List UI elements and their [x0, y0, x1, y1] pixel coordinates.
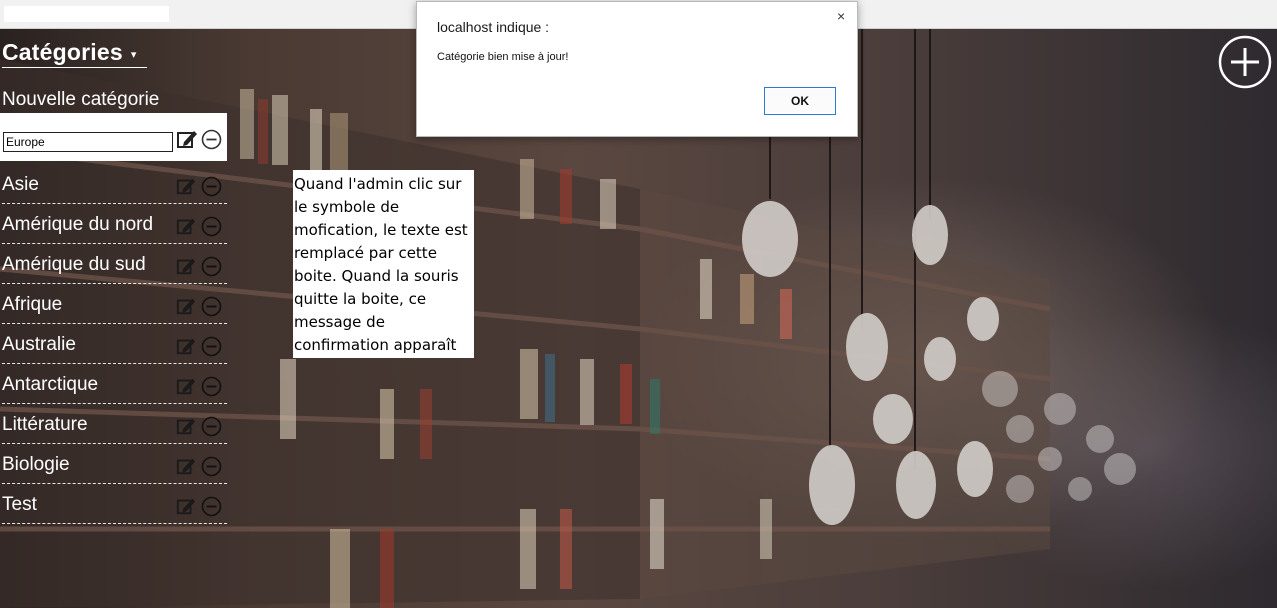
- new-category-link[interactable]: Nouvelle catégorie: [2, 89, 159, 111]
- minus-circle-icon[interactable]: [201, 216, 222, 237]
- category-label: Afrique: [2, 294, 63, 315]
- edit-icon[interactable]: [176, 416, 196, 436]
- category-row[interactable]: Australie: [0, 324, 227, 364]
- category-label: Biologie: [2, 454, 70, 475]
- edit-icon[interactable]: [176, 216, 196, 236]
- alert-dialog: localhost indique : × Catégorie bien mis…: [416, 1, 858, 137]
- category-row[interactable]: Littérature: [0, 404, 227, 444]
- edit-icon[interactable]: [176, 256, 196, 276]
- category-label: Littérature: [2, 414, 88, 435]
- minus-circle-icon[interactable]: [201, 296, 222, 317]
- category-edit-box: [0, 113, 227, 161]
- category-label: Antarctique: [2, 374, 99, 395]
- chevron-down-icon: ▾: [130, 49, 137, 61]
- category-row[interactable]: Amérique du nord: [0, 204, 227, 244]
- minus-circle-icon[interactable]: [201, 129, 222, 150]
- minus-circle-icon[interactable]: [201, 336, 222, 357]
- minus-circle-icon[interactable]: [201, 256, 222, 277]
- category-row[interactable]: Afrique: [0, 284, 227, 324]
- dialog-title: localhost indique :: [437, 19, 550, 35]
- edit-icon[interactable]: [176, 336, 196, 356]
- category-row[interactable]: Test: [0, 484, 227, 524]
- categories-title: Catégories: [2, 39, 123, 65]
- edit-icon[interactable]: [176, 296, 196, 316]
- ok-button[interactable]: OK: [764, 87, 836, 115]
- category-label: Amérique du sud: [2, 254, 146, 275]
- edit-icon[interactable]: [176, 456, 196, 476]
- edit-icon[interactable]: [176, 176, 196, 196]
- close-icon[interactable]: ×: [837, 8, 845, 24]
- minus-circle-icon[interactable]: [201, 376, 222, 397]
- category-row[interactable]: Biologie: [0, 444, 227, 484]
- edit-icon[interactable]: [176, 128, 198, 150]
- plus-circle-icon[interactable]: [1218, 35, 1272, 89]
- row-divider: [2, 523, 227, 524]
- minus-circle-icon[interactable]: [201, 416, 222, 437]
- category-label: Australie: [2, 334, 76, 355]
- category-edit-input[interactable]: [3, 132, 173, 152]
- categories-dropdown[interactable]: Catégories ▾: [2, 38, 147, 68]
- minus-circle-icon[interactable]: [201, 176, 222, 197]
- edit-icon[interactable]: [176, 496, 196, 516]
- category-label: Asie: [2, 174, 39, 195]
- category-label: Amérique du nord: [2, 214, 154, 235]
- annotation-note: Quand l'admin clic sur le symbole de mof…: [293, 170, 474, 358]
- category-row[interactable]: Amérique du sud: [0, 244, 227, 284]
- address-bar-redacted: [4, 6, 169, 22]
- category-row[interactable]: Asie: [0, 164, 227, 204]
- category-row[interactable]: Antarctique: [0, 364, 227, 404]
- edit-icon[interactable]: [176, 376, 196, 396]
- minus-circle-icon[interactable]: [201, 456, 222, 477]
- dialog-message: Catégorie bien mise à jour!: [437, 51, 569, 63]
- minus-circle-icon[interactable]: [201, 496, 222, 517]
- category-label: Test: [2, 494, 37, 515]
